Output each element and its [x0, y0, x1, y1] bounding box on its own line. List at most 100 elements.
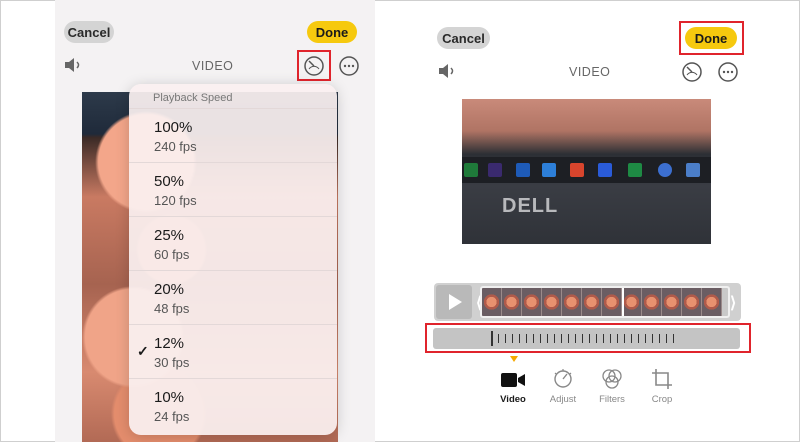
filters-circles-icon [590, 368, 634, 392]
speed-tick [547, 334, 548, 343]
speed-tick [512, 334, 513, 343]
app-icon [488, 163, 502, 177]
cancel-button[interactable]: Cancel [64, 21, 114, 43]
done-button[interactable]: Done [685, 27, 737, 49]
tool-label: Filters [599, 394, 625, 405]
frame-thumbnail [662, 288, 682, 316]
slow-motion-speed-bar[interactable] [433, 328, 740, 349]
play-button[interactable] [436, 285, 472, 319]
app-icon [516, 163, 530, 177]
frame-thumbnail [642, 288, 662, 316]
menu-header: Playback Speed [153, 92, 233, 104]
speed-value: 10% [154, 389, 185, 406]
speaker-icon[interactable] [437, 62, 459, 80]
page-title: VIDEO [192, 59, 234, 73]
speedometer-icon[interactable] [303, 55, 325, 77]
speed-tick [589, 334, 590, 343]
play-icon [449, 294, 462, 310]
frame-thumbnail [702, 288, 722, 316]
video-preview: DELL [462, 99, 711, 244]
speed-tick [519, 334, 520, 343]
app-icon [542, 163, 556, 177]
done-button[interactable]: Done [307, 21, 357, 43]
playhead[interactable] [622, 288, 624, 316]
frame-thumbnail [482, 288, 502, 316]
tool-crop[interactable]: Crop [640, 368, 684, 405]
speed-value: 12% [154, 335, 185, 352]
frame-strip[interactable] [480, 286, 730, 318]
more-options-icon[interactable] [717, 61, 739, 83]
speed-tick [526, 334, 527, 343]
speed-tick [568, 334, 569, 343]
speed-tick [491, 331, 493, 346]
speed-tick [561, 334, 562, 343]
frame-thumbnail [522, 288, 542, 316]
frame-thumbnail [622, 288, 642, 316]
speed-tick [673, 334, 674, 343]
playback-speed-menu: Playback Speed 100% 240 fps 50% 120 fps … [129, 84, 337, 435]
fps-value: 48 fps [154, 301, 190, 316]
frame-thumbnail [502, 288, 522, 316]
frame-thumbnail [542, 288, 562, 316]
speed-tick [617, 334, 618, 343]
speed-option-10[interactable]: 10% 24 fps [129, 378, 337, 431]
speed-tick [645, 334, 646, 343]
speed-tick [652, 334, 653, 343]
tool-label: Adjust [549, 394, 577, 405]
timeline-pointer [510, 356, 518, 362]
monitor-brand-logo: DELL [502, 195, 559, 217]
speed-option-20[interactable]: 20% 48 fps [129, 270, 337, 323]
speed-tick [533, 334, 534, 343]
speed-tick [582, 334, 583, 343]
app-icon [598, 163, 612, 177]
speed-value: 25% [154, 227, 185, 244]
speed-value: 100% [154, 119, 193, 136]
trim-right-handle[interactable]: ⟩ [730, 293, 736, 313]
tool-adjust[interactable]: Adjust [541, 368, 585, 405]
speed-option-25[interactable]: 25% 60 fps [129, 216, 337, 269]
speed-tick [631, 334, 632, 343]
fps-value: 24 fps [154, 409, 190, 424]
speed-tick [498, 334, 499, 343]
speaker-icon[interactable] [63, 56, 85, 74]
speed-tick [624, 334, 625, 343]
frame-thumbnail [682, 288, 702, 316]
tool-label: Crop [651, 394, 673, 405]
speed-option-50[interactable]: 50% 120 fps [129, 162, 337, 215]
app-icon [686, 163, 700, 177]
crop-icon [640, 368, 684, 392]
speed-tick [659, 334, 660, 343]
speed-tick [610, 334, 611, 343]
tool-video[interactable]: Video [491, 368, 535, 405]
video-camera-icon [491, 368, 535, 392]
tool-filters[interactable]: Filters [590, 368, 634, 405]
frame-thumbnail [602, 288, 622, 316]
speed-tick [603, 334, 604, 343]
app-icon [658, 163, 672, 177]
adjust-dial-icon [541, 368, 585, 392]
speed-tick [596, 334, 597, 343]
speed-option-100[interactable]: 100% 240 fps [129, 108, 337, 161]
fps-value: 120 fps [154, 193, 197, 208]
app-icon [464, 163, 478, 177]
app-icon [570, 163, 584, 177]
cancel-button[interactable]: Cancel [437, 27, 490, 49]
page-title: VIDEO [569, 65, 611, 79]
speed-tick [666, 334, 667, 343]
fps-value: 60 fps [154, 247, 190, 262]
speed-tick [540, 334, 541, 343]
speed-value: 50% [154, 173, 185, 190]
speed-option-12[interactable]: ✓ 12% 30 fps [129, 324, 337, 377]
fps-value: 30 fps [154, 355, 190, 370]
speedometer-icon[interactable] [681, 61, 703, 83]
frame-thumbnail [582, 288, 602, 316]
checkmark-icon: ✓ [137, 343, 149, 359]
monitor-taskbar [462, 157, 711, 183]
speed-tick [575, 334, 576, 343]
more-options-icon[interactable] [338, 55, 360, 77]
app-icon [628, 163, 642, 177]
fps-value: 240 fps [154, 139, 197, 154]
speed-tick [638, 334, 639, 343]
video-timeline[interactable]: ⟨ ⟩ [434, 283, 741, 321]
tool-label: Video [500, 394, 526, 405]
